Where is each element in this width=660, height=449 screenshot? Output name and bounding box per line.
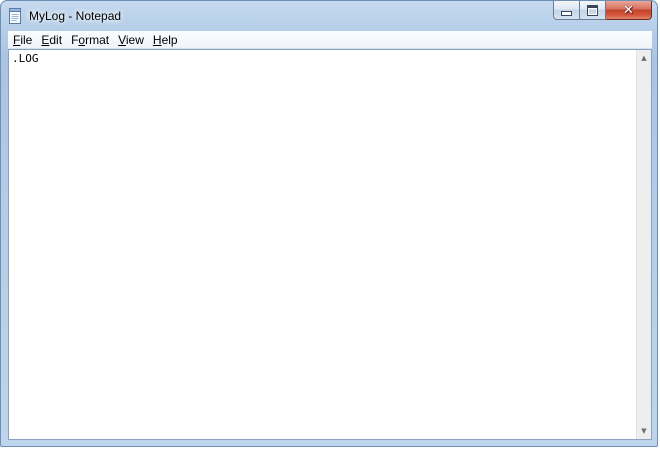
close-button[interactable]: ✕ xyxy=(606,1,652,20)
notepad-icon xyxy=(9,8,21,24)
title-bar[interactable]: MyLog - Notepad ✕ xyxy=(1,1,657,31)
menu-bar: File Edit Format View Help xyxy=(8,31,652,49)
maximize-button[interactable] xyxy=(580,1,606,20)
minimize-button[interactable] xyxy=(553,1,580,20)
caption-buttons: ✕ xyxy=(553,1,652,21)
scroll-down-arrow-icon[interactable]: ▼ xyxy=(637,423,651,439)
close-icon: ✕ xyxy=(623,2,634,18)
menu-format[interactable]: Format xyxy=(66,32,113,48)
scroll-up-arrow-icon[interactable]: ▲ xyxy=(637,50,651,66)
maximize-icon xyxy=(587,4,598,16)
window-title: MyLog - Notepad xyxy=(29,9,122,23)
text-editor[interactable]: .LOG xyxy=(9,50,636,439)
vertical-scrollbar[interactable]: ▲ ▼ xyxy=(636,50,651,439)
editor-frame: .LOG ▲ ▼ xyxy=(8,49,652,440)
menu-help[interactable]: Help xyxy=(148,32,182,48)
minimize-icon xyxy=(561,10,572,16)
menu-view[interactable]: View xyxy=(113,32,148,48)
menu-file[interactable]: File xyxy=(8,32,36,48)
notepad-window: MyLog - Notepad ✕ File Edit Format View … xyxy=(0,0,658,447)
menu-edit[interactable]: Edit xyxy=(36,32,66,48)
